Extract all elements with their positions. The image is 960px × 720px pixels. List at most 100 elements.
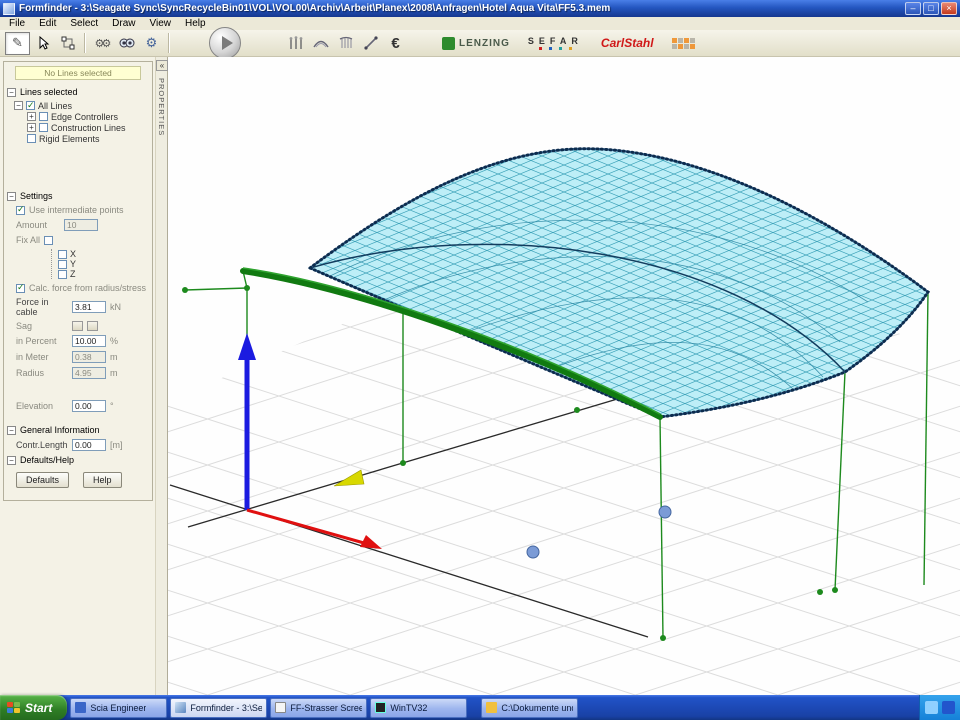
sag-row: Sag (16, 321, 149, 331)
tree-item-construction-lines[interactable]: + Construction Lines (27, 122, 149, 133)
collapse-icon[interactable]: − (7, 456, 16, 465)
fix-x-checkbox[interactable] (58, 250, 67, 259)
rigid-elements-checkbox[interactable] (27, 134, 36, 143)
toolbar-separator (168, 33, 169, 53)
z-axis-arrow (238, 333, 256, 360)
contr-length-input[interactable] (72, 439, 106, 451)
minimize-button[interactable]: – (905, 2, 921, 15)
fix-y-checkbox[interactable] (58, 260, 67, 269)
tree-item-edge-controllers[interactable]: + Edge Controllers (27, 111, 149, 122)
lenzing-mark-icon (442, 37, 455, 50)
collapse-icon[interactable]: − (7, 88, 16, 97)
poles-tool-button[interactable] (283, 32, 308, 55)
radius-input[interactable] (72, 367, 106, 379)
force-in-cable-input[interactable] (72, 301, 106, 313)
fix-z-checkbox[interactable] (58, 270, 67, 279)
sag-meter-input[interactable] (72, 351, 106, 363)
menu-view[interactable]: View (143, 18, 179, 29)
tree-item-rigid-elements[interactable]: Rigid Elements (27, 133, 149, 144)
draw-pencil-button[interactable]: ✎ (5, 32, 30, 55)
expand-icon[interactable]: + (27, 123, 36, 132)
sefar-dots-icon (539, 47, 572, 50)
start-button[interactable]: Start (0, 695, 67, 720)
properties-content: No Lines selected − Lines selected − All… (3, 61, 153, 501)
task-wintv32[interactable]: WinTV32 (370, 698, 467, 718)
settings-gear-button[interactable]: ⚙ (139, 32, 164, 55)
maximize-button[interactable]: □ (923, 2, 939, 15)
construction-lines-checkbox[interactable] (39, 123, 48, 132)
grid-logo-icon (672, 38, 695, 49)
menu-select[interactable]: Select (63, 18, 105, 29)
sag-stepper-up[interactable] (72, 321, 83, 331)
collapse-icon[interactable]: − (7, 426, 16, 435)
fix-z-row: Z (58, 269, 149, 279)
curtain-icon (338, 36, 354, 50)
formfinder-icon (175, 702, 186, 713)
cursor-icon (36, 36, 50, 50)
tray-network-icon[interactable] (925, 701, 938, 714)
section-settings[interactable]: − Settings (7, 191, 149, 201)
edge-controllers-checkbox[interactable] (39, 112, 48, 121)
node-edit-button[interactable] (55, 32, 80, 55)
menu-file[interactable]: File (2, 18, 32, 29)
tree-item-all-lines[interactable]: − All Lines (14, 100, 149, 111)
selection-status: No Lines selected (15, 66, 141, 80)
task-dokumente[interactable]: C:\Dokumente und Einst... (481, 698, 578, 718)
section-lines-selected[interactable]: − Lines selected (7, 87, 149, 97)
wintv-icon (375, 702, 386, 713)
amount-input[interactable] (64, 219, 98, 231)
close-button[interactable]: × (941, 2, 957, 15)
euro-icon: € (391, 35, 399, 52)
taskbar: Start Scia Engineer Formfinder - 3:\Seag… (0, 695, 960, 720)
model-canvas[interactable] (168, 57, 960, 695)
section-defaults-help[interactable]: − Defaults/Help (7, 455, 149, 465)
calc-force-row: Calc. force from radius/stress (16, 283, 149, 293)
meter-row: in Meter m (16, 351, 149, 363)
all-lines-checkbox[interactable] (26, 101, 35, 110)
task-formfinder[interactable]: Formfinder - 3:\Seaga... (170, 698, 267, 718)
membrane-surface[interactable] (288, 127, 948, 437)
formfind-play-button[interactable] (209, 27, 241, 59)
section-general-information[interactable]: − General Information (7, 425, 149, 435)
properties-tab[interactable]: PROPERTIES (157, 78, 166, 136)
task-scia-engineer[interactable]: Scia Engineer (70, 698, 167, 718)
fix-all-checkbox[interactable] (44, 236, 53, 245)
sponsor-logos: LENZING SEFAR CarlStahl (442, 36, 695, 50)
titlebar[interactable]: Formfinder - 3:\Seagate Sync\SyncRecycle… (0, 0, 960, 17)
binoculars-icon (119, 37, 135, 49)
canopy-tool-button[interactable] (308, 32, 333, 55)
lenzing-logo: LENZING (442, 37, 510, 50)
contr-length-row: Contr.Length [m] (16, 439, 149, 451)
tray-app-icon[interactable] (942, 701, 955, 714)
elevation-input[interactable] (72, 400, 106, 412)
poles-icon (288, 36, 303, 50)
calc-force-checkbox[interactable] (16, 284, 25, 293)
properties-strip: « PROPERTIES (155, 57, 168, 695)
world-axis-lines (170, 372, 708, 637)
gears-icon: ⚙⚙ (95, 37, 109, 50)
task-ff-strasser[interactable]: FF-Strasser Screenshot -... (270, 698, 367, 718)
defaults-button[interactable]: Defaults (16, 472, 69, 488)
measure-tool-button[interactable] (358, 32, 383, 55)
expand-icon[interactable]: + (27, 112, 36, 121)
euro-button[interactable]: € (383, 32, 408, 55)
curtain-tool-button[interactable] (333, 32, 358, 55)
menu-edit[interactable]: Edit (32, 18, 63, 29)
system-tray (919, 695, 960, 720)
use-intermediate-checkbox[interactable] (16, 206, 25, 215)
gear-icon: ⚙ (146, 35, 158, 51)
sag-percent-input[interactable] (72, 335, 106, 347)
select-cursor-button[interactable] (30, 32, 55, 55)
menu-help[interactable]: Help (178, 18, 213, 29)
help-button[interactable]: Help (83, 472, 122, 488)
panel-collapse-button[interactable]: « (156, 60, 168, 71)
collapse-icon[interactable]: − (7, 192, 16, 201)
sag-stepper-down[interactable] (87, 321, 98, 331)
view-binoculars-button[interactable] (114, 32, 139, 55)
menu-draw[interactable]: Draw (105, 18, 142, 29)
3d-viewport[interactable] (168, 57, 960, 695)
collapse-icon[interactable]: − (14, 101, 23, 110)
toolbar: ✎ ⚙⚙ ⚙ (0, 30, 960, 57)
support-spheres[interactable] (527, 506, 671, 558)
gears-button[interactable]: ⚙⚙ (89, 32, 114, 55)
